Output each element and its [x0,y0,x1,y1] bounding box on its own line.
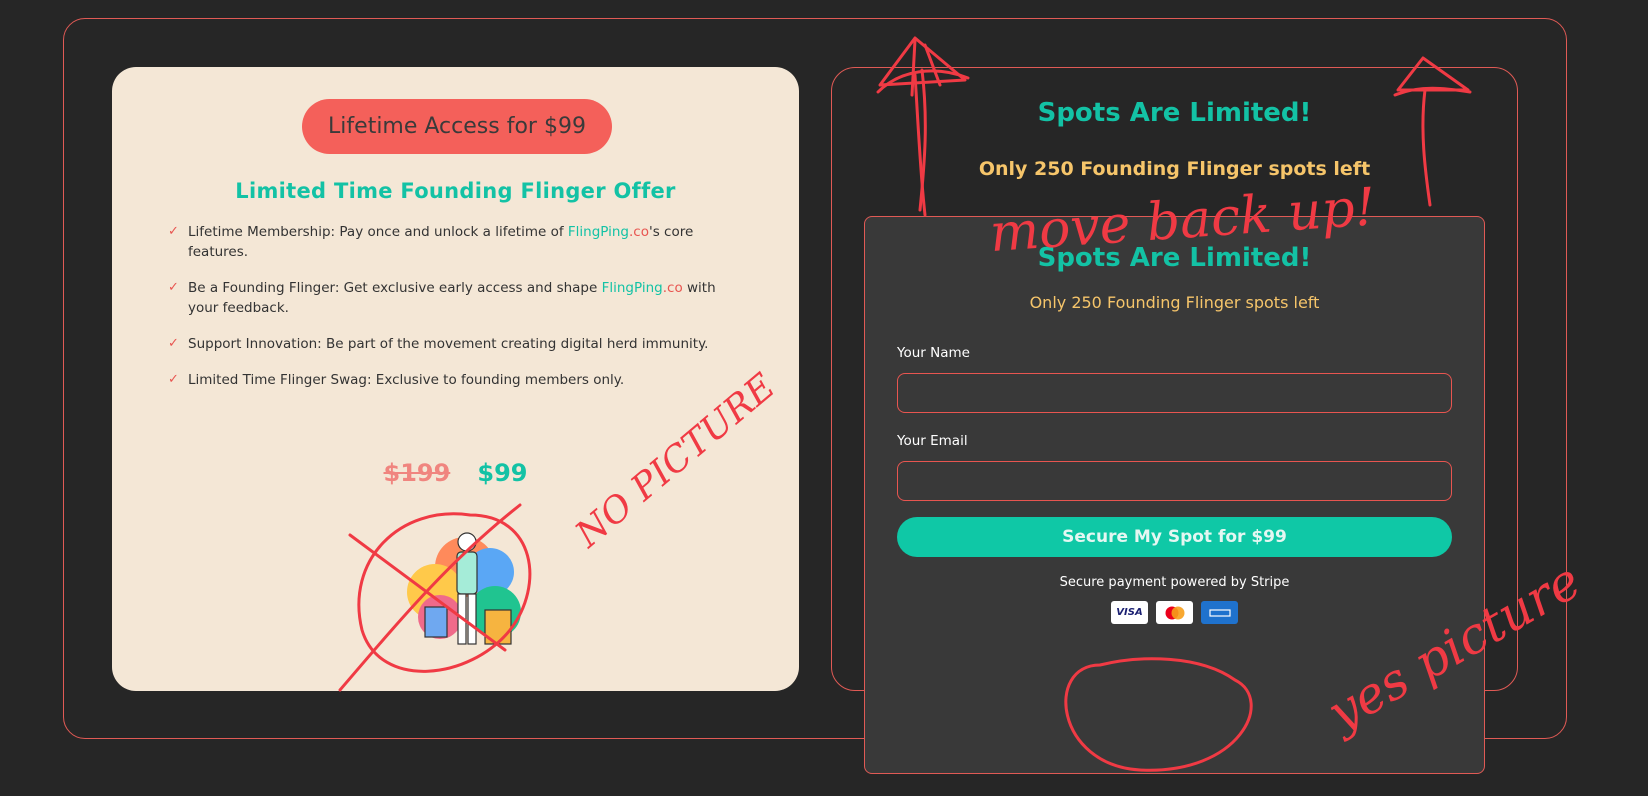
name-label: Your Name [897,345,970,361]
shopping-woman-illustration [407,532,521,645]
new-price: $99 [477,459,528,487]
form-subtitle: Only 250 Founding Flinger spots left [1029,293,1320,312]
email-label: Your Email [897,433,968,449]
list-item: ✓ Be a Founding Flinger: Get exclusive e… [168,280,716,316]
feature-list: ✓ Lifetime Membership: Pay once and unlo… [168,222,728,406]
check-icon: ✓ [168,280,179,295]
amex-icon [1201,601,1238,624]
spots-title: Spots Are Limited! [1037,98,1312,128]
list-item: ✓ Lifetime Membership: Pay once and unlo… [168,224,694,260]
check-icon: ✓ [168,224,179,239]
form-title: Spots Are Limited! [1037,243,1312,273]
offer-card: Lifetime Access for $99 Limited Time Fou… [112,67,799,691]
flingping-link[interactable]: FlingPing.co [602,280,683,296]
list-item: ✓ Support Innovation: Be part of the mov… [168,336,709,352]
secure-spot-button[interactable]: Secure My Spot for $99 [897,517,1452,557]
signup-form-card: Spots Are Limited! Only 250 Founding Fli… [864,216,1485,774]
payment-icons: VISA [865,601,1484,624]
mastercard-icon [1156,601,1193,624]
offer-title: Limited Time Founding Flinger Offer [235,179,676,203]
list-item: ✓ Limited Time Flinger Swag: Exclusive t… [168,372,625,388]
name-input[interactable] [897,373,1452,413]
spots-subtitle: Only 250 Founding Flinger spots left [978,158,1371,180]
stripe-note: Secure payment powered by Stripe [1059,575,1290,590]
price-row: $199 $99 [112,459,799,487]
lifetime-access-badge: Lifetime Access for $99 [302,99,612,154]
flingping-link[interactable]: FlingPing.co [568,224,649,240]
old-price: $199 [383,459,451,487]
visa-icon: VISA [1111,601,1148,624]
email-input[interactable] [897,461,1452,501]
check-icon: ✓ [168,372,179,387]
check-icon: ✓ [168,336,179,351]
